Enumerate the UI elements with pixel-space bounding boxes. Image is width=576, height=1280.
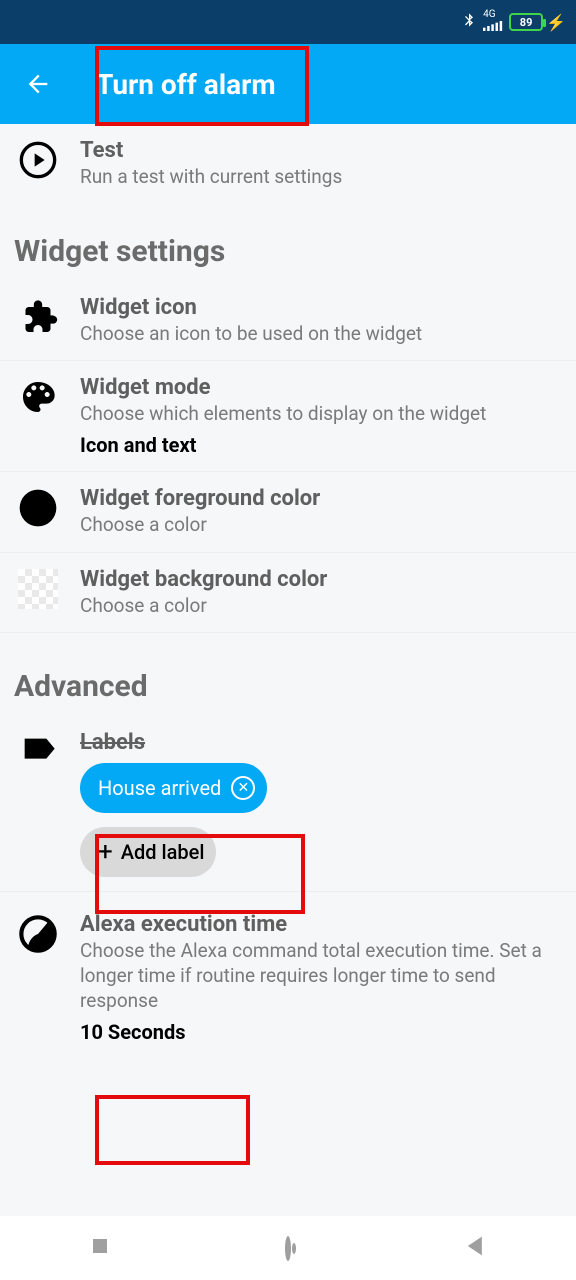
highlight-box bbox=[95, 1095, 250, 1165]
setting-title: Widget icon bbox=[80, 295, 558, 320]
section-header-widget: Widget settings bbox=[0, 204, 576, 281]
transparent-swatch-icon bbox=[18, 569, 58, 609]
setting-subtitle: Choose an icon to be used on the widget bbox=[80, 322, 558, 347]
timer-icon bbox=[18, 914, 58, 958]
app-bar: Turn off alarm bbox=[0, 44, 576, 124]
section-header-advanced: Advanced bbox=[0, 633, 576, 716]
system-back-button[interactable] bbox=[462, 1232, 490, 1264]
system-nav-bar bbox=[0, 1216, 576, 1280]
settings-list: Test Run a test with current settings Wi… bbox=[0, 124, 576, 1058]
setting-value: 10 Seconds bbox=[80, 1020, 558, 1044]
setting-widget-foreground-color[interactable]: Widget foreground color Choose a color bbox=[0, 472, 576, 553]
page-title: Turn off alarm bbox=[84, 50, 288, 119]
setting-title: Widget mode bbox=[80, 375, 558, 400]
setting-title: Test bbox=[80, 138, 558, 163]
recent-apps-button[interactable] bbox=[86, 1232, 114, 1264]
puzzle-icon bbox=[18, 297, 58, 341]
setting-widget-icon[interactable]: Widget icon Choose an icon to be used on… bbox=[0, 281, 576, 362]
back-button[interactable] bbox=[18, 64, 58, 104]
setting-subtitle: Choose a color bbox=[80, 513, 558, 538]
setting-alexa-execution-time[interactable]: Alexa execution time Choose the Alexa co… bbox=[0, 892, 576, 1057]
setting-title: Widget foreground color bbox=[80, 486, 558, 511]
palette-icon bbox=[18, 377, 58, 421]
add-label-button[interactable]: + Add label bbox=[80, 827, 216, 877]
setting-subtitle: Choose a color bbox=[80, 594, 558, 619]
remove-chip-icon[interactable]: ✕ bbox=[231, 776, 255, 800]
setting-widget-background-color[interactable]: Widget background color Choose a color bbox=[0, 553, 576, 634]
play-icon bbox=[18, 140, 58, 184]
color-swatch-icon bbox=[18, 488, 58, 532]
setting-title: Widget background color bbox=[80, 567, 558, 592]
charging-icon: ⚡ bbox=[546, 13, 566, 32]
network-indicator: 4G bbox=[483, 10, 503, 35]
setting-title: Labels bbox=[80, 730, 558, 755]
setting-subtitle: Choose which elements to display on the … bbox=[80, 402, 558, 427]
setting-title: Alexa execution time bbox=[80, 912, 558, 937]
status-bar: 4G 89 ⚡ bbox=[0, 0, 576, 44]
setting-subtitle: Run a test with current settings bbox=[80, 165, 558, 190]
setting-labels[interactable]: Labels House arrived ✕ + Add label bbox=[0, 716, 576, 892]
setting-subtitle: Choose the Alexa command total execution… bbox=[80, 939, 558, 1013]
add-label-text: Add label bbox=[121, 840, 205, 864]
tag-icon bbox=[18, 732, 58, 776]
setting-test[interactable]: Test Run a test with current settings bbox=[0, 124, 576, 204]
label-chip-text: House arrived bbox=[98, 776, 221, 800]
plus-icon: + bbox=[98, 837, 113, 867]
label-chip[interactable]: House arrived ✕ bbox=[80, 763, 267, 813]
bluetooth-icon bbox=[461, 10, 477, 34]
setting-widget-mode[interactable]: Widget mode Choose which elements to dis… bbox=[0, 361, 576, 472]
battery-indicator: 89 ⚡ bbox=[509, 13, 566, 32]
setting-value: Icon and text bbox=[80, 433, 558, 457]
home-button[interactable] bbox=[285, 1239, 291, 1258]
